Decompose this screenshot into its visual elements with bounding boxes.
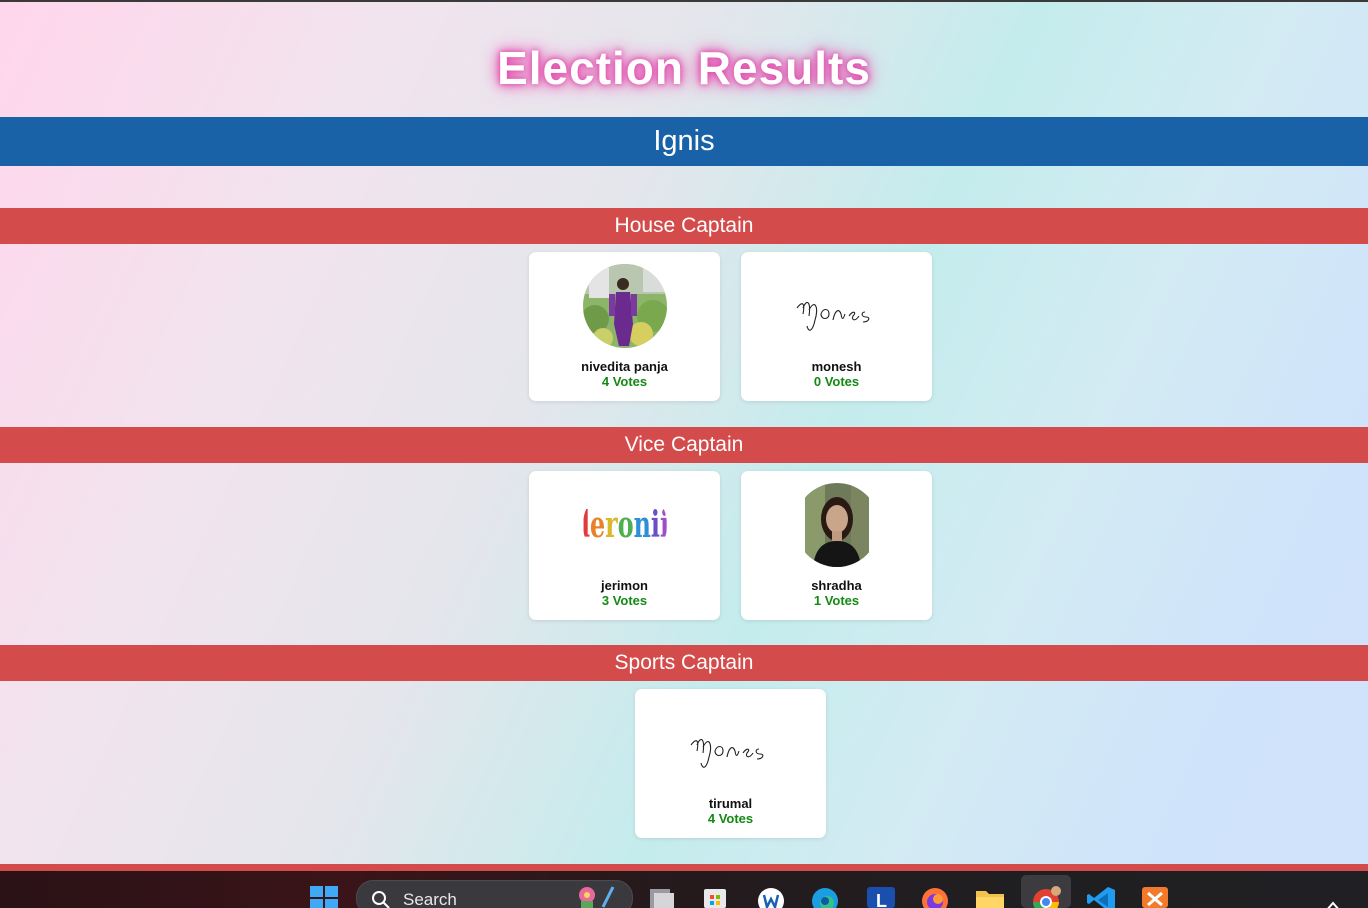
candidate-photo-avatar bbox=[795, 483, 879, 567]
candidate-card: leronii jerimon 3 Votes bbox=[529, 471, 720, 620]
candidate-votes: 4 Votes bbox=[601, 374, 648, 389]
candidate-votes: 4 Votes bbox=[707, 811, 754, 826]
chrome-icon[interactable] bbox=[1029, 879, 1063, 908]
firefox-icon[interactable] bbox=[918, 879, 952, 908]
xampp-icon[interactable] bbox=[1138, 879, 1172, 908]
house-banner: Ignis bbox=[0, 117, 1368, 166]
candidate-card: tirumal 4 Votes bbox=[635, 689, 826, 838]
candidate-signature-avatar bbox=[795, 264, 879, 348]
edge-icon[interactable] bbox=[808, 879, 842, 908]
svg-text:L: L bbox=[876, 891, 887, 908]
window-top-border bbox=[0, 0, 1368, 2]
section-header-vice-captain: Vice Captain bbox=[0, 427, 1368, 463]
word-icon[interactable] bbox=[754, 879, 788, 908]
page-title: Election Results bbox=[497, 42, 871, 94]
candidate-rainbow-text-avatar: leronii bbox=[583, 483, 667, 567]
candidate-name: nivedita panja bbox=[581, 359, 668, 374]
search-label: Search bbox=[403, 890, 457, 908]
taskbar: Search L bbox=[0, 871, 1368, 908]
l-app-icon[interactable]: L bbox=[864, 879, 898, 908]
candidate-name: shradha bbox=[811, 578, 862, 593]
section-header-house-captain: House Captain bbox=[0, 208, 1368, 244]
file-explorer-icon[interactable] bbox=[973, 879, 1007, 908]
candidate-name: jerimon bbox=[601, 578, 648, 593]
candidate-signature-avatar bbox=[689, 701, 773, 785]
candidate-votes: 1 Votes bbox=[813, 593, 860, 608]
footer-strip bbox=[0, 864, 1368, 871]
windows-start-icon[interactable] bbox=[307, 879, 341, 908]
candidate-name: tirumal bbox=[708, 796, 753, 811]
candidate-name: monesh bbox=[811, 359, 862, 374]
candidate-photo-avatar bbox=[583, 264, 667, 348]
candidate-votes: 0 Votes bbox=[813, 374, 860, 389]
chevron-up-icon[interactable] bbox=[1318, 879, 1352, 908]
candidate-card: monesh 0 Votes bbox=[741, 252, 932, 401]
search-icon bbox=[372, 891, 390, 908]
svg-text:leronii: leronii bbox=[583, 504, 667, 546]
candidate-card: shradha 1 Votes bbox=[741, 471, 932, 620]
vscode-icon[interactable] bbox=[1084, 879, 1118, 908]
store-icon[interactable] bbox=[698, 879, 732, 908]
section-header-sports-captain: Sports Captain bbox=[0, 645, 1368, 681]
candidate-card: nivedita panja 4 Votes bbox=[529, 252, 720, 401]
candidate-votes: 3 Votes bbox=[601, 593, 648, 608]
task-view-icon[interactable] bbox=[644, 879, 678, 908]
flower-brush-icon bbox=[579, 886, 615, 908]
taskbar-search-box[interactable]: Search bbox=[356, 880, 633, 908]
